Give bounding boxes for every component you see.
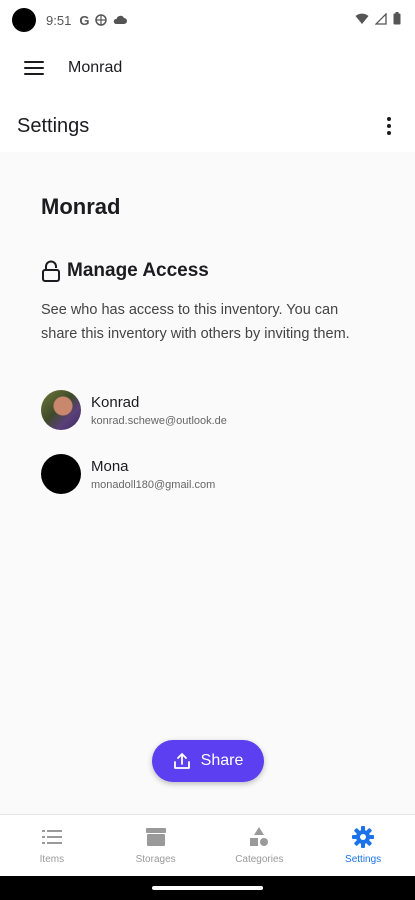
member-item[interactable]: Mona monadoll180@gmail.com xyxy=(41,454,215,494)
page-title: Settings xyxy=(17,114,90,137)
lock-icon xyxy=(42,260,60,282)
nav-label-settings: Settings xyxy=(345,854,382,865)
manage-access-heading: Manage Access xyxy=(41,260,209,282)
gear-icon xyxy=(352,826,375,848)
member-name: Mona xyxy=(91,457,129,475)
nav-label-categories: Categories xyxy=(235,854,284,865)
nav-label-items: Items xyxy=(39,854,65,865)
nav-item-items[interactable]: Items xyxy=(0,815,104,876)
list-icon xyxy=(41,826,63,848)
signal-icon xyxy=(374,11,387,28)
inventory-name: Monrad xyxy=(41,194,121,219)
member-email: konrad.schewe@outlook.de xyxy=(91,414,227,427)
status-bar: 9:51 G xyxy=(0,0,415,40)
page-header: Settings xyxy=(0,100,415,152)
member-item[interactable]: Konrad konrad.schewe@outlook.de xyxy=(41,390,227,430)
avatar xyxy=(41,390,81,430)
member-email: monadoll180@gmail.com xyxy=(91,478,216,491)
battery-icon xyxy=(393,12,401,28)
nav-label-storages: Storages xyxy=(135,854,176,865)
camera-cutout xyxy=(12,8,36,32)
manage-access-description: See who has access to this inventory. Yo… xyxy=(41,302,350,342)
share-button[interactable]: Share xyxy=(152,740,264,782)
top-app-bar: Monrad xyxy=(0,40,415,96)
settings-content: Monrad Manage Access See who has access … xyxy=(0,152,415,814)
nav-item-categories[interactable]: Categories xyxy=(208,815,312,876)
categories-icon xyxy=(248,826,270,848)
avatar xyxy=(41,454,81,494)
share-icon xyxy=(173,753,190,769)
status-indicators xyxy=(355,11,401,28)
wifi-icon xyxy=(355,13,369,28)
more-options-icon[interactable] xyxy=(379,114,399,138)
member-info: Konrad konrad.schewe@outlook.de xyxy=(91,394,227,427)
vpn-icon xyxy=(95,14,108,26)
cloud-icon xyxy=(113,15,128,25)
storage-icon xyxy=(145,826,167,848)
member-name: Konrad xyxy=(91,393,140,411)
nav-item-settings[interactable]: Settings xyxy=(311,815,415,876)
app-title: Monrad xyxy=(68,59,123,76)
status-time: 9:51 xyxy=(46,12,72,28)
google-icon: G xyxy=(79,12,90,28)
manage-access-title: Manage Access xyxy=(67,260,209,281)
home-gesture-handle[interactable] xyxy=(152,886,263,890)
hamburger-menu-icon[interactable] xyxy=(24,61,44,75)
member-info: Mona monadoll180@gmail.com xyxy=(91,458,215,491)
bottom-navigation: Items Storages Categories Settings xyxy=(0,814,415,876)
share-label: Share xyxy=(200,752,244,769)
system-gesture-area xyxy=(0,876,415,900)
nav-item-storages[interactable]: Storages xyxy=(104,815,208,876)
